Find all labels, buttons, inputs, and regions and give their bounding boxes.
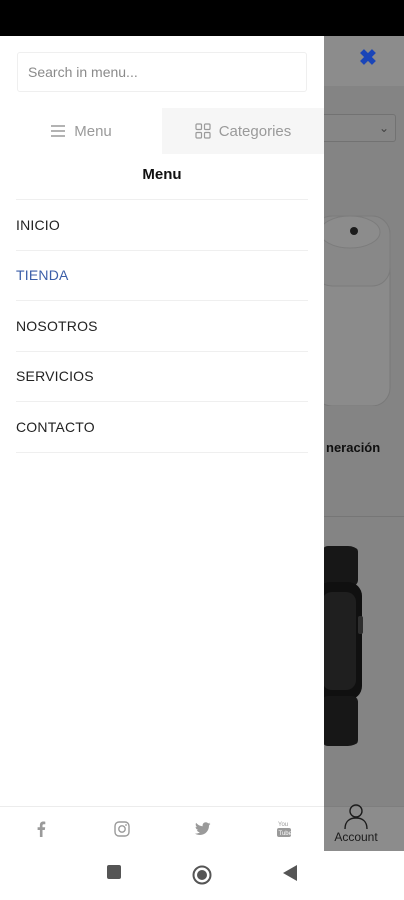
menu-drawer: Menu Categories Menu INICIO TIENDA NOSOT… <box>0 36 324 851</box>
tab-categories[interactable]: Categories <box>162 108 324 154</box>
menu-item-inicio[interactable]: INICIO <box>16 200 308 251</box>
home-button[interactable] <box>192 865 212 890</box>
tab-menu[interactable]: Menu <box>0 108 162 154</box>
recent-apps-button[interactable] <box>107 865 121 884</box>
menu-list: INICIO TIENDA NOSOTROS SERVICIOS CONTACT… <box>16 200 308 453</box>
drawer-tabs: Menu Categories <box>0 108 324 154</box>
hamburger-icon <box>50 124 66 138</box>
home-circle-icon <box>192 865 212 885</box>
svg-text:Tube: Tube <box>278 831 292 837</box>
status-bar <box>0 0 404 36</box>
menu-item-tienda[interactable]: TIENDA <box>16 251 308 301</box>
menu-item-servicios[interactable]: SERVICIOS <box>16 352 308 402</box>
grid-icon <box>195 123 211 139</box>
square-icon <box>107 865 121 879</box>
menu-heading: Menu <box>142 166 182 183</box>
close-icon[interactable]: ✖ <box>356 46 380 70</box>
tab-categories-label: Categories <box>218 122 292 140</box>
tab-menu-label: Menu <box>74 122 112 140</box>
svg-text:You: You <box>278 822 288 828</box>
menu-search <box>0 36 324 108</box>
system-nav-bar <box>0 851 404 900</box>
menu-item-contacto[interactable]: CONTACTO <box>16 402 308 453</box>
youtube-icon[interactable]: You Tube <box>243 820 324 838</box>
social-bar: You Tube <box>0 806 324 851</box>
back-button[interactable] <box>283 865 297 886</box>
menu-item-nosotros[interactable]: NOSOTROS <box>16 301 308 352</box>
twitter-icon[interactable] <box>162 822 243 836</box>
search-input[interactable] <box>17 52 307 92</box>
facebook-icon[interactable] <box>0 821 81 837</box>
instagram-icon[interactable] <box>81 821 162 837</box>
back-triangle-icon <box>283 865 297 881</box>
